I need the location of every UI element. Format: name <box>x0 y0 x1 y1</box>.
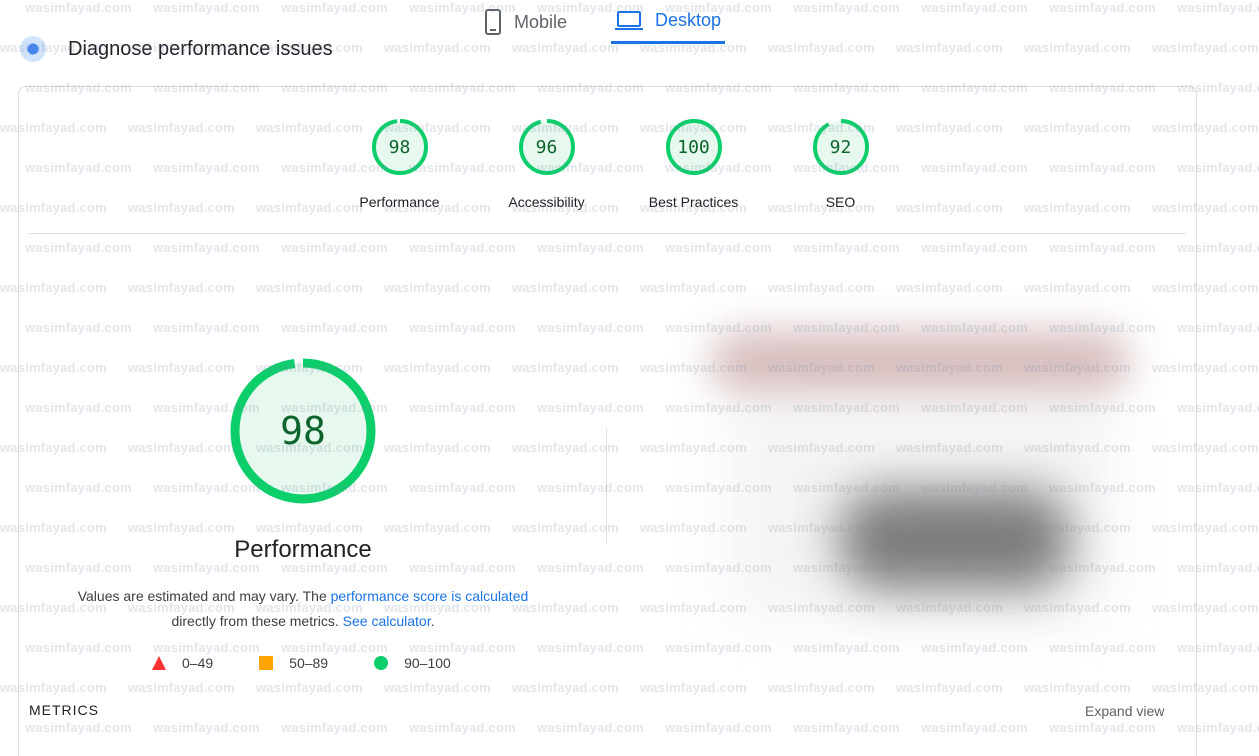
metrics-heading: METRICS <box>29 702 99 718</box>
score-seo: 92 <box>829 136 852 158</box>
category-best-practices[interactable]: 100 Best Practices <box>620 118 767 210</box>
gauge-performance: 98 <box>371 118 429 176</box>
performance-gauge-large: 98 <box>228 356 378 506</box>
category-performance[interactable]: 98 Performance <box>326 118 473 210</box>
score-performance: 98 <box>388 136 411 158</box>
label-accessibility: Accessibility <box>508 194 585 210</box>
legend-fail-range: 0–49 <box>182 655 214 671</box>
gauge-accessibility: 96 <box>518 118 576 176</box>
triangle-icon <box>152 656 166 670</box>
explain-period: . <box>430 613 435 629</box>
device-tabs: Mobile Desktop <box>480 0 726 52</box>
label-best-practices: Best Practices <box>648 194 739 210</box>
gauge-best-practices: 100 <box>665 118 723 176</box>
square-icon <box>259 656 274 670</box>
expand-view-button[interactable]: Expand view <box>1085 703 1164 719</box>
diagnose-title: Diagnose performance issues <box>68 37 333 60</box>
legend-pass-range: 90–100 <box>404 655 451 671</box>
section-divider <box>28 233 1186 234</box>
page-screenshot-preview <box>690 320 1160 660</box>
see-calculator-link[interactable]: See calculator <box>343 613 431 629</box>
tab-mobile-label: Mobile <box>514 11 568 32</box>
legend-pass: 90–100 <box>374 655 451 671</box>
score-legend: 0–49 50–89 90–100 <box>152 655 451 671</box>
tab-desktop-label: Desktop <box>655 10 722 30</box>
performance-score-large: 98 <box>280 409 326 453</box>
diagnose-header: Diagnose performance issues <box>20 36 333 62</box>
gauge-seo: 92 <box>812 118 870 176</box>
score-explanation: Values are estimated and may vary. The p… <box>50 584 556 634</box>
legend-fail: 0–49 <box>152 655 213 671</box>
label-seo: SEO <box>825 194 856 210</box>
label-performance: Performance <box>359 194 440 210</box>
score-accessibility: 96 <box>535 136 558 158</box>
category-gauges: 98 Performance 96 Accessibility 100 Best… <box>326 118 914 210</box>
score-calculated-link[interactable]: performance score is calculated <box>331 588 529 604</box>
laptop-icon <box>615 10 644 32</box>
tab-mobile[interactable]: Mobile <box>480 0 571 44</box>
explain-text-2: directly from these metrics. <box>171 613 343 629</box>
legend-average-range: 50–89 <box>289 655 329 671</box>
performance-title: Performance <box>234 536 372 563</box>
tab-desktop[interactable]: Desktop <box>611 0 726 44</box>
phone-icon <box>484 9 502 35</box>
legend-average: 50–89 <box>259 655 328 671</box>
score-best-practices: 100 <box>677 136 710 158</box>
circle-icon <box>374 656 389 670</box>
vertical-divider <box>606 428 607 544</box>
category-seo[interactable]: 92 SEO <box>767 118 914 210</box>
explain-text-1: Values are estimated and may vary. The <box>77 588 331 604</box>
category-accessibility[interactable]: 96 Accessibility <box>473 118 620 210</box>
diagnose-icon <box>20 36 46 62</box>
